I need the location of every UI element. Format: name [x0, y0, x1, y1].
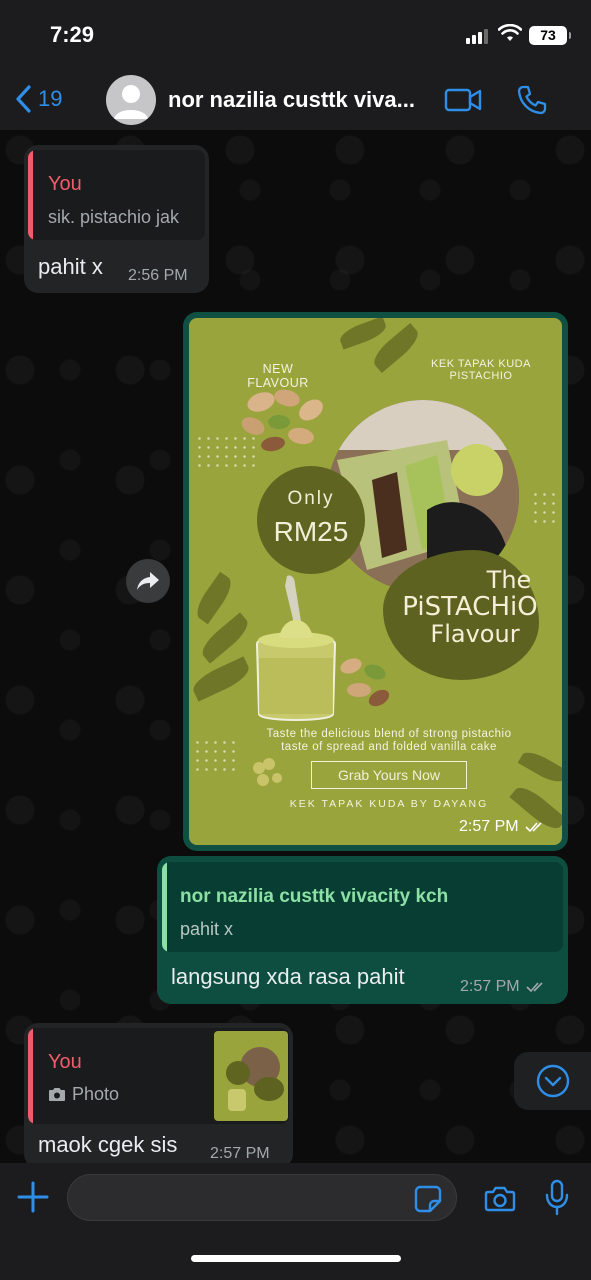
unread-count: 19 [38, 86, 63, 111]
description-line1: Taste the delicious blend of strong pist… [266, 728, 512, 740]
leaf-decoration [337, 318, 389, 350]
image-message-time: 2:57 PM [459, 818, 545, 836]
message-timestamp: 2:56 PM [128, 267, 188, 284]
status-bar: 7:29 73 [0, 0, 591, 70]
forward-button[interactable] [126, 559, 170, 603]
message-timestamp: 2:57 PM [460, 978, 520, 995]
chevron-left-icon [16, 85, 31, 113]
quote-text: Photo [72, 1084, 120, 1104]
quoted-message[interactable]: You sik. pistachio jak [28, 150, 205, 240]
composer-bar [0, 1163, 591, 1280]
quote-author: You [48, 1051, 82, 1073]
video-call-icon[interactable] [444, 87, 482, 113]
message-text: pahit x [38, 254, 103, 279]
double-check-icon [525, 822, 542, 833]
battery-indicator: 73 [529, 26, 571, 45]
quote-accent-bar [28, 1028, 33, 1124]
title-the: The [486, 566, 532, 594]
leaf-decoration [189, 656, 253, 702]
quote-text: sik. pistachio jak [48, 207, 180, 227]
quote-accent-bar [162, 862, 167, 952]
wifi-icon [498, 24, 522, 41]
title-flavour: Flavour [430, 620, 520, 648]
message-input[interactable] [67, 1174, 457, 1221]
product-label-line1: KEK TAPAK KUDA [431, 358, 531, 370]
message-text: langsung xda rasa pahit [171, 964, 405, 989]
flower-decoration-icon [253, 758, 282, 786]
message-bubble[interactable]: You Photo maok cgek sis 2:57 PM [24, 1023, 293, 1168]
chat-header: 19 nor nazilia custtk viva... [0, 70, 591, 130]
status-time: 7:29 [50, 22, 95, 47]
message-time: 2:56 PM [128, 267, 188, 285]
home-indicator [191, 1255, 401, 1262]
phone-call-icon[interactable] [516, 84, 548, 116]
pistachio-nuts-image [340, 658, 390, 707]
dot-pattern [531, 490, 559, 526]
message-timestamp: 2:57 PM [210, 1145, 270, 1162]
sticker-icon[interactable] [413, 1184, 443, 1214]
brand-label: KEK TAPAK KUDA BY DAYANG [289, 798, 489, 810]
camera-icon [49, 1088, 65, 1101]
price-only-label: Only [287, 488, 335, 509]
leaf-decoration [191, 571, 237, 625]
camera-icon[interactable] [484, 1185, 516, 1213]
double-check-icon [526, 982, 543, 993]
description-line2: taste of spread and folded vanilla cake [281, 741, 497, 753]
scroll-to-bottom-button[interactable] [514, 1052, 591, 1110]
back-button[interactable]: 19 [14, 84, 62, 114]
message-text: maok cgek sis [38, 1132, 178, 1157]
message-time: 2:57 PM [460, 978, 546, 996]
message-time: 2:57 PM [210, 1145, 270, 1163]
product-label-line2: PISTACHIO [449, 370, 513, 382]
message-timestamp: 2:57 PM [459, 818, 519, 835]
default-avatar-icon [114, 85, 148, 119]
pistachio-spread-jar-image [255, 575, 337, 721]
title-pistachio: PiSTACHiO [402, 592, 538, 622]
leaf-decoration [517, 747, 562, 787]
price-badge: Only RM25 [257, 466, 365, 574]
message-bubble[interactable]: You sik. pistachio jak pahit x 2:56 PM [24, 145, 209, 293]
avatar[interactable] [106, 75, 156, 125]
quote-text: pahit x [180, 919, 234, 939]
quote-accent-bar [28, 150, 33, 240]
forward-arrow-icon [137, 572, 159, 590]
quote-photo-label: Photo [48, 1084, 119, 1105]
quoted-message[interactable]: You Photo [28, 1028, 289, 1124]
chevron-down-circle-icon [536, 1064, 569, 1098]
plus-icon[interactable] [16, 1180, 50, 1214]
flyer-image[interactable]: NEW FLAVOUR KEK TAPAK KUDA PISTACHIO Onl… [189, 318, 562, 845]
microphone-icon[interactable] [544, 1179, 570, 1217]
pistachio-nuts-image [241, 389, 323, 452]
grab-yours-now-label: Grab Yours Now [311, 761, 467, 789]
quote-author: You [48, 173, 82, 195]
new-flavour-label: NEW FLAVOUR [247, 362, 309, 390]
contact-name[interactable]: nor nazilia custtk viva... [168, 87, 415, 113]
quoted-message[interactable]: nor nazilia custtk vivacity kch pahit x [162, 862, 563, 952]
price-value: RM25 [273, 516, 349, 547]
message-bubble[interactable]: nor nazilia custtk vivacity kch pahit x … [157, 856, 568, 1004]
quote-thumbnail [214, 1031, 288, 1121]
cellular-signal-icon [466, 28, 488, 44]
quote-author: nor nazilia custtk vivacity kch [180, 886, 449, 907]
